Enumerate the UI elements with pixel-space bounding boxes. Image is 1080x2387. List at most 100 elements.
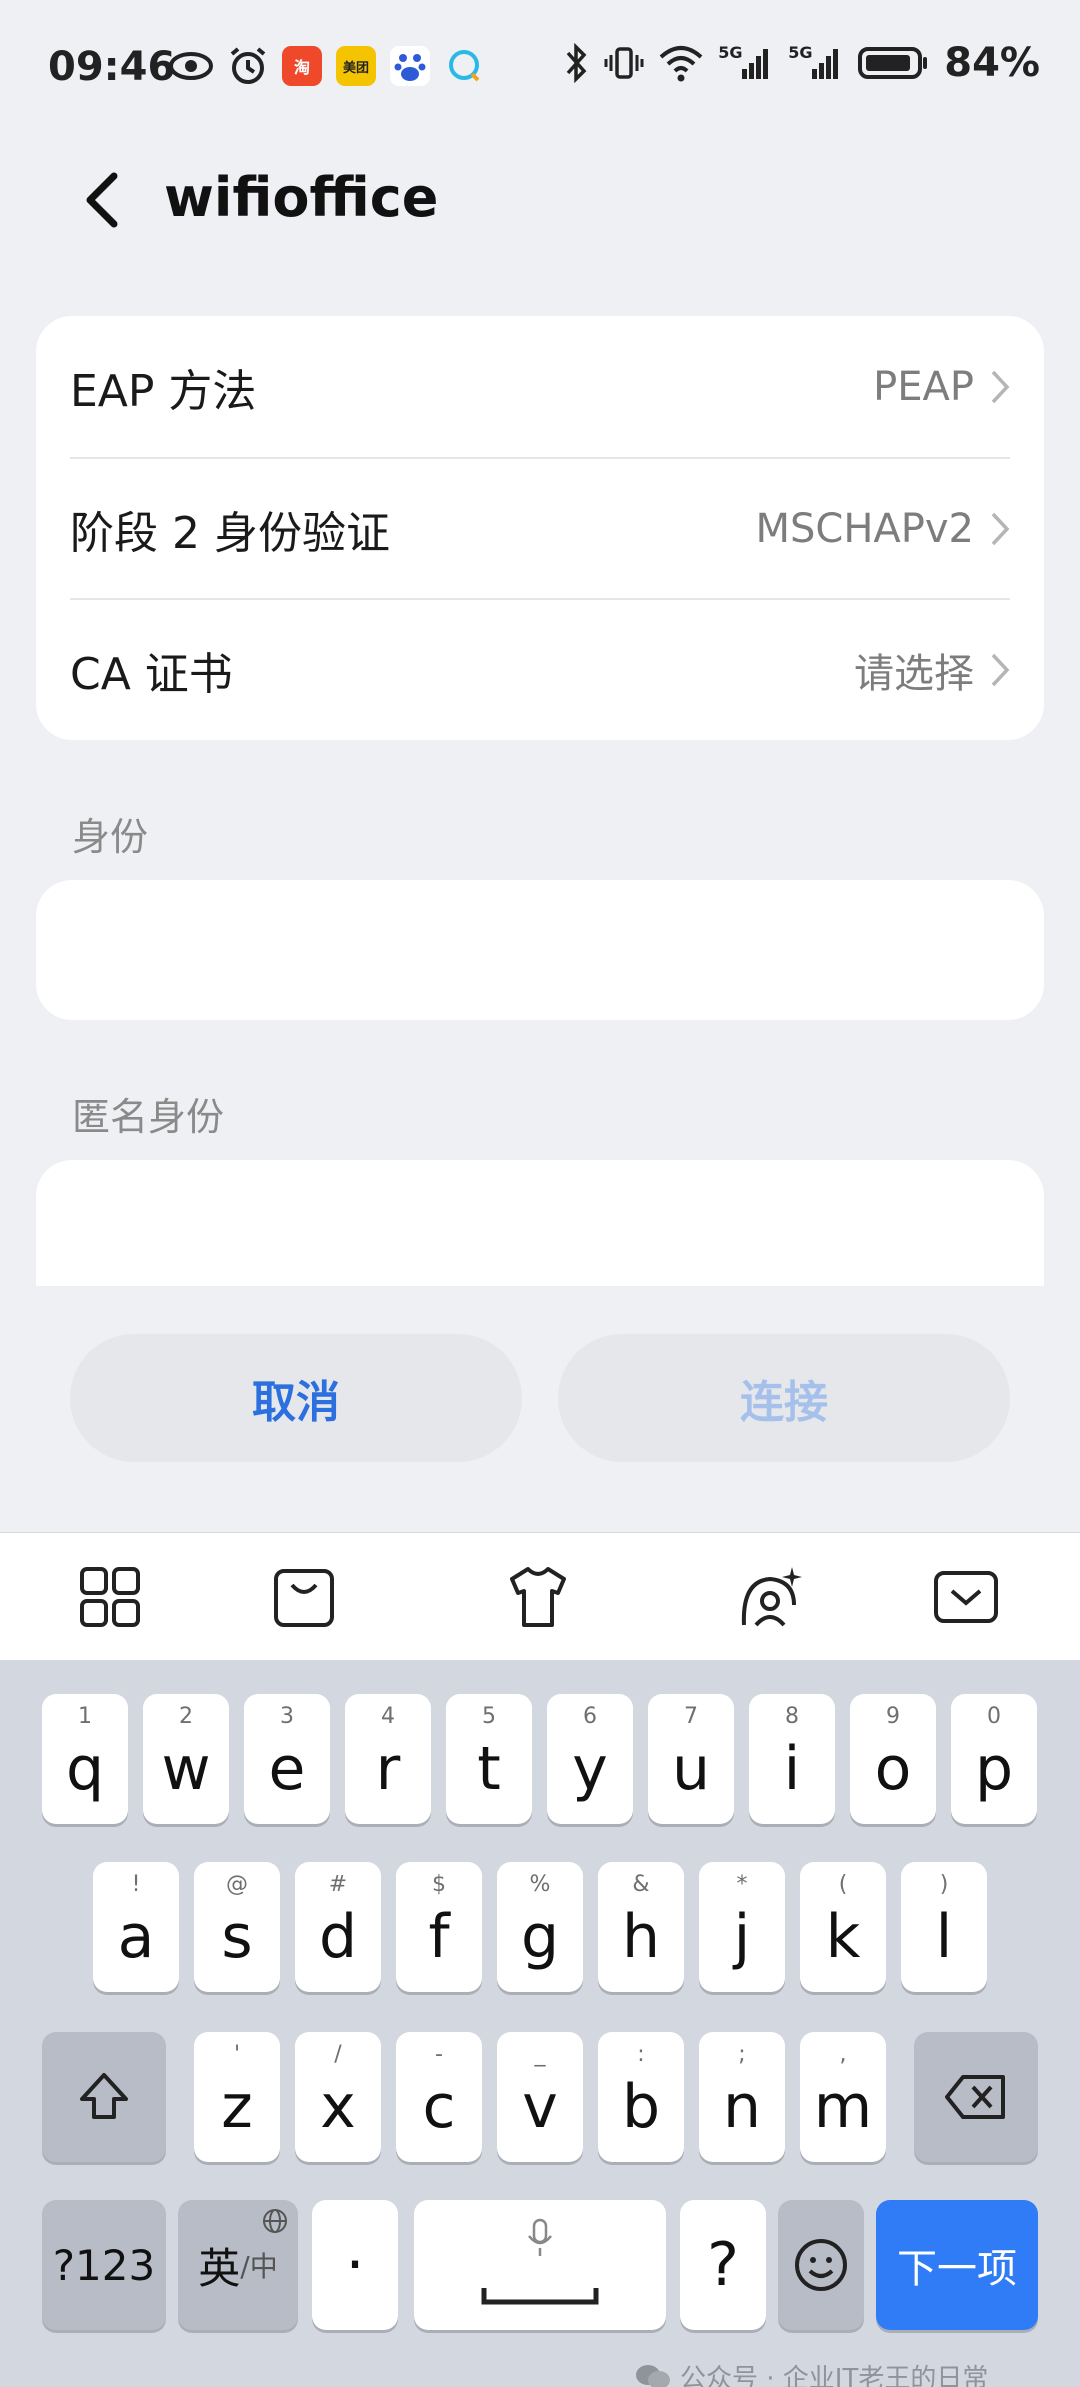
- anonymous-identity-input[interactable]: [36, 1160, 1044, 1286]
- key-m[interactable]: ,m: [800, 2032, 886, 2162]
- key-w[interactable]: 2w: [143, 1694, 229, 1824]
- ai-assistant-icon[interactable]: [734, 1561, 806, 1633]
- key-hint: !: [131, 1872, 141, 1897]
- watermark-text: 公众号 · 企业IT老王的日常: [680, 2364, 989, 2387]
- ca-certificate-row[interactable]: CA 证书 请选择: [70, 598, 1010, 739]
- key-hint: ): [939, 1872, 949, 1897]
- key-l[interactable]: ) l: [901, 1862, 987, 1992]
- phase2-auth-row[interactable]: 阶段 2 身份验证 MSCHAPv2: [70, 457, 1010, 598]
- key-label: o: [874, 1734, 912, 1804]
- status-bar: 09:46 淘 美团 5G 5G 84%: [0, 0, 1080, 130]
- status-app-icons: 淘 美团: [168, 46, 484, 86]
- key-s[interactable]: @ s: [194, 1862, 280, 1992]
- row-label: 阶段 2 身份验证: [70, 507, 390, 559]
- key-k[interactable]: (k: [800, 1862, 886, 1992]
- key-hint: :: [637, 2042, 645, 2067]
- eap-method-row[interactable]: EAP 方法 PEAP: [70, 316, 1010, 457]
- key-h[interactable]: & h: [598, 1862, 684, 1992]
- row-label: EAP 方法: [70, 365, 257, 417]
- emoji-key[interactable]: [778, 2200, 864, 2330]
- taobao-app-icon: 淘: [282, 46, 322, 86]
- meituan-app-icon: 美团: [336, 46, 376, 86]
- key-label: r: [375, 1734, 401, 1804]
- key-label: s: [221, 1902, 253, 1972]
- language-switch-key[interactable]: 英/中: [178, 2200, 298, 2330]
- key-label: t: [477, 1734, 501, 1804]
- key-hint: 6: [583, 1704, 597, 1729]
- battery-percent: 84%: [944, 40, 1040, 86]
- shift-arrow-icon: [80, 2073, 128, 2119]
- symbols-key[interactable]: ?123: [42, 2200, 166, 2330]
- key-j[interactable]: * j: [699, 1862, 785, 1992]
- key-hint: (: [838, 1872, 848, 1897]
- key-a[interactable]: ! a: [93, 1862, 179, 1992]
- key-d[interactable]: # d: [295, 1862, 381, 1992]
- key-hint: 7: [684, 1704, 698, 1729]
- key-hint: @: [226, 1872, 248, 1897]
- key-hint: 4: [381, 1704, 395, 1729]
- chevron-right-icon: [991, 370, 1010, 403]
- key-x[interactable]: / x: [295, 2032, 381, 2162]
- back-arrow-icon[interactable]: [78, 168, 128, 232]
- key-p[interactable]: 0p: [951, 1694, 1037, 1824]
- key-hint: 8: [785, 1704, 799, 1729]
- bluetooth-icon: [566, 43, 587, 83]
- key-hint: -: [435, 2042, 443, 2067]
- key-r[interactable]: 4r: [345, 1694, 431, 1824]
- battery-icon: [858, 47, 928, 79]
- key-u[interactable]: 7u: [648, 1694, 734, 1824]
- key-label: f: [428, 1902, 450, 1972]
- key-n[interactable]: ; n: [699, 2032, 785, 2162]
- page-title: wifioffice: [164, 166, 439, 229]
- status-time: 09:46: [48, 44, 176, 90]
- key-label: j: [733, 1902, 751, 1972]
- key-e[interactable]: 3e: [244, 1694, 330, 1824]
- key-label: i: [783, 1734, 801, 1804]
- key-label: w: [161, 1734, 211, 1804]
- wifi-icon: [659, 46, 703, 82]
- grid-menu-icon[interactable]: [74, 1561, 146, 1633]
- key-g[interactable]: % g: [497, 1862, 583, 1992]
- watermark: 公众号 · 企业IT老王的日常: [634, 2358, 988, 2387]
- chevron-right-icon: [991, 653, 1010, 686]
- key-f[interactable]: $ f: [396, 1862, 482, 1992]
- key-hint: 9: [886, 1704, 900, 1729]
- key-b[interactable]: :b: [598, 2032, 684, 2162]
- identity-label: 身份: [72, 815, 149, 859]
- dot-key-label: ·: [345, 2230, 365, 2300]
- key-label: x: [320, 2072, 356, 2142]
- key-z[interactable]: ' z: [194, 2032, 280, 2162]
- key-hint: ,: [839, 2042, 847, 2067]
- key-label: g: [520, 1902, 560, 1972]
- key-i[interactable]: 8i: [749, 1694, 835, 1824]
- space-key[interactable]: [414, 2200, 666, 2330]
- collapse-keyboard-icon[interactable]: [930, 1561, 1002, 1633]
- key-v[interactable]: _ v: [497, 2032, 583, 2162]
- space-bar-icon: [481, 2288, 599, 2305]
- key-o[interactable]: 9o: [850, 1694, 936, 1824]
- backspace-key[interactable]: [914, 2032, 1038, 2162]
- next-field-key[interactable]: 下一项: [876, 2200, 1038, 2330]
- skin-shirt-icon[interactable]: [502, 1561, 574, 1633]
- key-label: v: [522, 2072, 558, 2142]
- connect-button[interactable]: 连接: [558, 1334, 1010, 1462]
- symbols-key-label: ?123: [52, 2240, 156, 2290]
- question-mark-key[interactable]: ?: [680, 2200, 766, 2330]
- identity-input[interactable]: [36, 880, 1044, 1020]
- key-label: n: [722, 2072, 762, 2142]
- question-key-label: ?: [707, 2230, 739, 2300]
- key-label: e: [268, 1734, 306, 1804]
- backspace-icon: [945, 2075, 1005, 2119]
- dot-key[interactable]: ·: [312, 2200, 398, 2330]
- key-y[interactable]: 6y: [547, 1694, 633, 1824]
- key-c[interactable]: -c: [396, 2032, 482, 2162]
- key-q[interactable]: 1q: [42, 1694, 128, 1824]
- next-key-label: 下一项: [897, 2246, 1017, 2292]
- key-hint: /: [334, 2042, 342, 2067]
- shopping-bag-icon[interactable]: [268, 1561, 340, 1633]
- key-label: y: [572, 1734, 608, 1804]
- signal-strength-1-icon: 5G: [718, 43, 774, 83]
- cancel-button[interactable]: 取消: [70, 1334, 522, 1462]
- key-t[interactable]: 5t: [446, 1694, 532, 1824]
- shift-key[interactable]: [42, 2032, 166, 2162]
